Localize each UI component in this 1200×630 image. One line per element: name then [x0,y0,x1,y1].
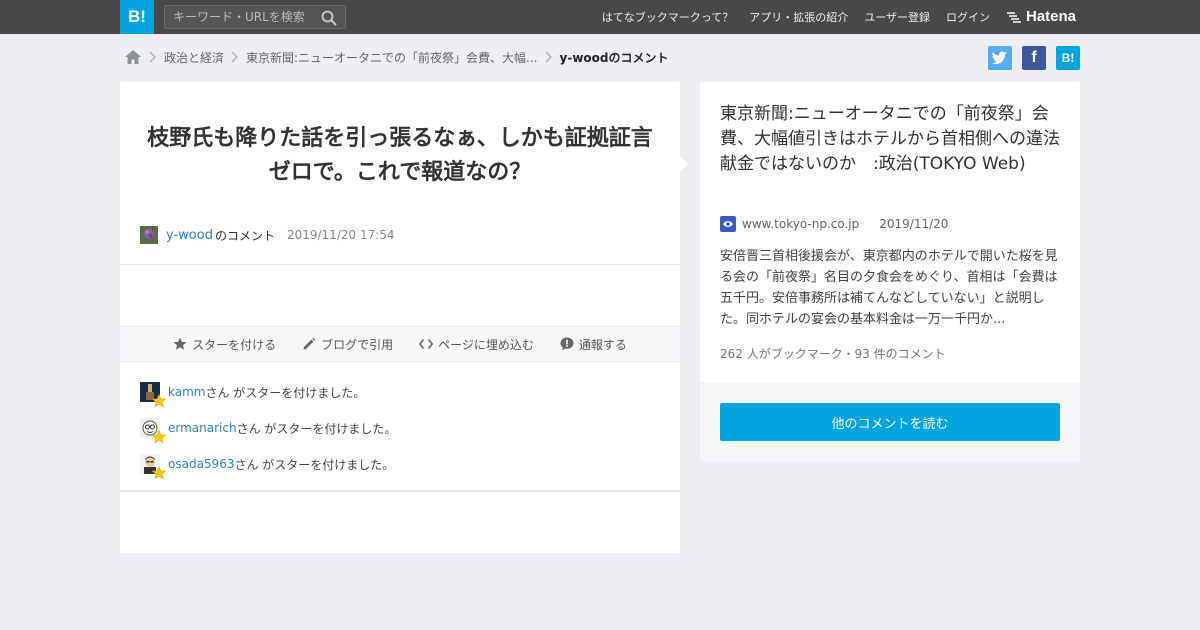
comment-meta: y-wood のコメント 2019/11/20 17:54 [140,226,395,244]
hatena-brand-text: Hatena [1026,8,1077,25]
top-nav: はてなブックマークって？ アプリ・拡張の紹介 ユーザー登録 ログイン [602,0,990,34]
list-item: kamm さん がスターを付けました。 [140,382,396,408]
home-icon[interactable] [124,48,142,66]
entry-card: 東京新聞:ニューオータニでの「前夜祭」会費、大幅値引きはホテルから首相側への違法… [700,82,1080,382]
comment-date: 2019/11/20 17:54 [286,228,395,242]
nav-login[interactable]: ログイン [946,9,990,25]
embed-button[interactable]: ページに埋め込む [419,336,534,353]
hatena-brand-link[interactable]: Hatena [1006,8,1076,25]
avatar[interactable] [140,226,158,244]
share-facebook-button[interactable]: f [1022,46,1046,70]
search-box [164,5,346,29]
site-favicon-icon [720,216,736,232]
comment-card: 枝野氏も降りた話を引っ張るなぁ、しかも証拠証言ゼロで。これで報道なの？ y-wo… [120,82,688,553]
report-label: 通報する [578,337,627,352]
breadcrumb-category[interactable]: 政治と経済 [164,49,224,66]
hatena-bookmark-logo[interactable]: B! [120,0,154,34]
pencil-icon [303,337,316,350]
nav-register[interactable]: ユーザー登録 [864,9,930,25]
report-button[interactable]: 通報する [560,336,627,353]
list-item: osada5963 さん がスターを付けました。 [140,454,396,480]
bookmark-counts: 262 人がブックマーク・93 件のコメント [720,347,946,361]
star-text: さん がスターを付けました。 [234,457,395,472]
add-star-button[interactable]: スターを付ける [173,336,276,353]
chevron-right-icon [224,46,246,68]
share-hatena-button[interactable]: B! [1056,46,1080,70]
code-icon [419,338,434,350]
star-text: さん がスターを付けました。 [236,421,397,436]
star-text: さん がスターを付けました。 [205,385,366,400]
avatar[interactable] [140,454,166,480]
blog-quote-button[interactable]: ブログで引用 [302,336,393,353]
star-list: kamm さん がスターを付けました。 ermanarich さん がスターを付… [140,382,396,490]
comment-suffix: のコメント [214,228,275,243]
read-other-comments-button[interactable]: 他のコメントを読む [720,403,1060,441]
comment-toolbar: スターを付ける ブログで引用 ページに埋め込む 通報する [120,326,680,362]
breadcrumb: 政治と経済 東京新聞:ニューオータニでの「前夜祭」会費、大幅... y-wood… [124,46,668,68]
breadcrumb-current: y-woodのコメント [559,50,669,65]
avatar[interactable] [140,382,166,408]
star-badge-icon [152,466,166,480]
entry-summary: 安倍晋三首相後援会が、東京都内のホテルで開いた桜を見る会の「前夜祭」名目の夕食会… [720,249,1058,327]
breadcrumb-entry[interactable]: 東京新聞:ニューオータニでの「前夜祭」会費、大幅... [246,49,538,66]
entry-domain-link[interactable]: www.tokyo-np.co.jp [742,217,859,231]
chevron-right-icon [538,46,560,68]
star-user-link[interactable]: ermanarich [168,421,237,435]
divider [120,264,680,265]
top-bar: B! はてなブックマークって？ アプリ・拡張の紹介 ユーザー登録 ログイン Ha… [0,0,1200,34]
entry-date: 2019/11/20 [879,217,949,231]
list-item: ermanarich さん がスターを付けました。 [140,418,397,444]
share-twitter-button[interactable] [988,46,1012,70]
star-badge-icon [152,430,166,444]
star-user-link[interactable]: kamm [168,385,205,399]
blog-quote-label: ブログで引用 [321,337,394,352]
alert-icon [560,337,574,351]
twitter-bird-icon [992,51,1007,65]
entry-meta: www.tokyo-np.co.jp 2019/11/20 [720,216,948,232]
entry-title-link[interactable]: 東京新聞:ニューオータニでの「前夜祭」会費、大幅値引きはホテルから首相側への違法… [720,102,1062,177]
avatar[interactable] [140,418,166,444]
search-icon[interactable] [321,10,337,26]
add-star-label: スターを付ける [192,337,277,352]
hatena-logo-icon [1007,11,1021,23]
chevron-right-icon [142,46,164,68]
search-input[interactable] [165,6,315,28]
comment-user-link[interactable]: y-wood [166,228,213,243]
divider [120,490,680,492]
nav-about[interactable]: はてなブックマークって？ [602,9,733,25]
nav-apps[interactable]: アプリ・拡張の紹介 [749,9,848,25]
card-arrow [680,156,688,172]
embed-label: ページに埋め込む [438,337,534,352]
comment-text: 枝野氏も降りた話を引っ張るなぁ、しかも証拠証言ゼロで。これで報道なの？ [147,126,653,185]
star-user-link[interactable]: osada5963 [168,457,234,471]
star-badge-icon [152,394,166,408]
star-icon [173,337,187,350]
entry-footer: 他のコメントを読む [700,382,1080,462]
